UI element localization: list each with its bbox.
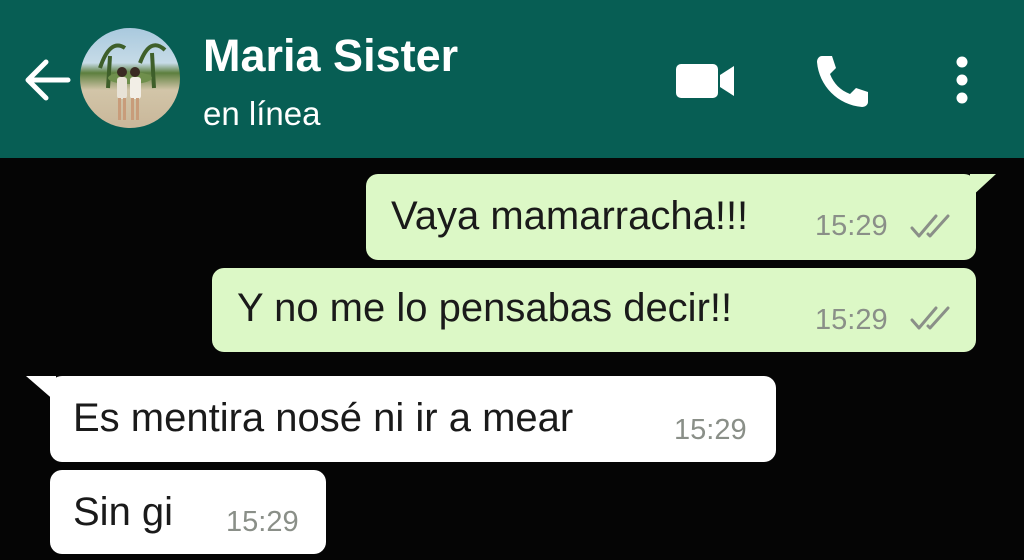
chat-header: Maria Sister en línea — [0, 0, 1024, 158]
bubble-tail — [970, 174, 996, 198]
message-text: Vaya mamarracha!!! — [391, 194, 749, 238]
message-time: 15:29 — [815, 210, 888, 242]
message-bubble-outgoing[interactable]: Y no me lo pensabas decir!! 15:29 — [212, 268, 976, 352]
double-check-icon — [910, 306, 950, 330]
double-check-icon — [910, 214, 950, 238]
message-time: 15:29 — [674, 414, 747, 446]
message-text: Es mentira nosé ni ir a mear — [73, 396, 574, 440]
message-time: 15:29 — [226, 506, 299, 538]
message-text: Sin gi — [73, 490, 174, 534]
back-arrow-icon[interactable] — [20, 56, 72, 104]
more-options-icon[interactable] — [944, 52, 980, 108]
phone-icon[interactable] — [812, 52, 872, 108]
avatar-photo — [98, 43, 167, 120]
message-text: Y no me lo pensabas decir!! — [237, 286, 733, 330]
message-bubble-incoming[interactable]: Es mentira nosé ni ir a mear 15:29 — [50, 376, 776, 462]
message-bubble-incoming[interactable]: Sin gi 15:29 — [50, 470, 326, 554]
message-bubble-outgoing[interactable]: Vaya mamarracha!!! 15:29 — [366, 174, 976, 260]
message-time: 15:29 — [815, 304, 888, 336]
contact-name[interactable]: Maria Sister — [203, 30, 458, 82]
video-call-icon[interactable] — [672, 58, 738, 104]
avatar[interactable] — [80, 28, 180, 128]
contact-status: en línea — [203, 95, 321, 132]
